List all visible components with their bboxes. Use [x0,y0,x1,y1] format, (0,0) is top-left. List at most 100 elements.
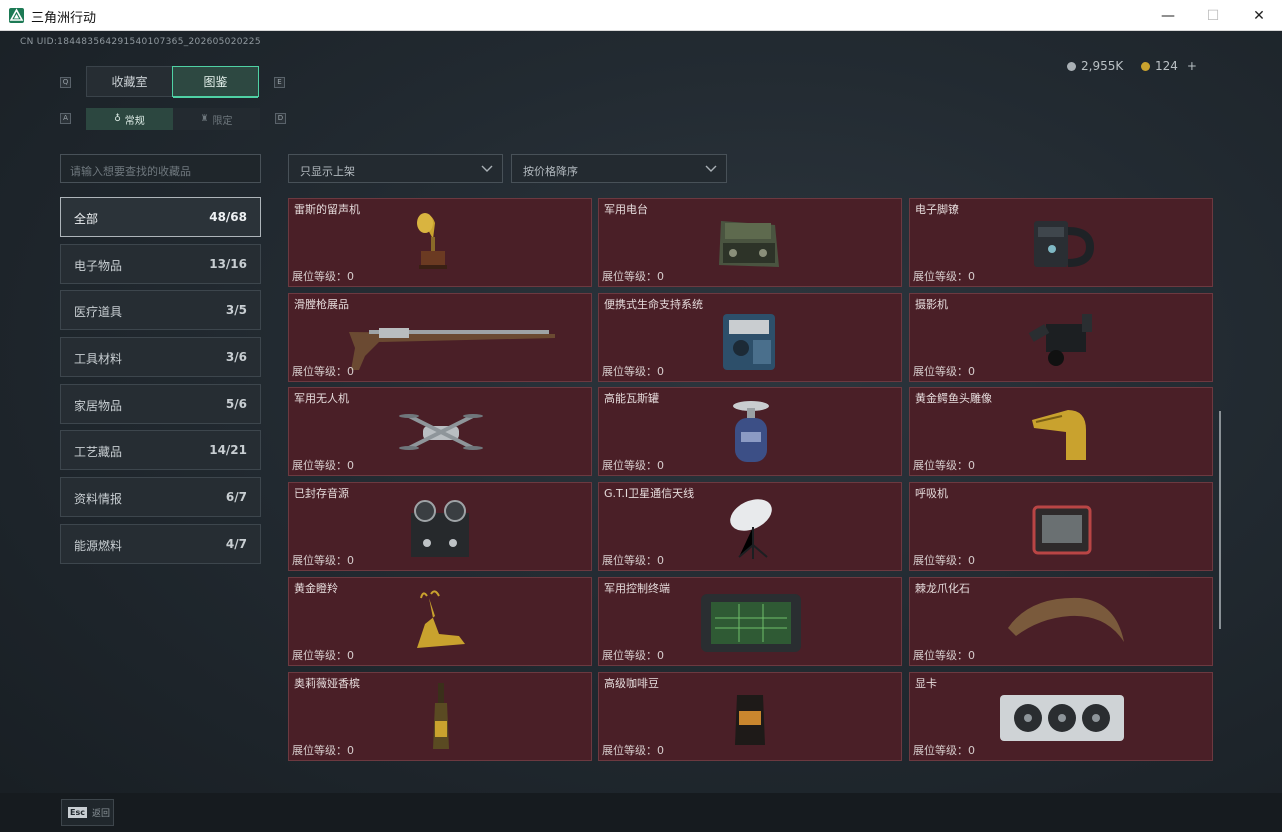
close-button[interactable]: ✕ [1236,0,1282,31]
gold-crocodile-icon [990,398,1134,466]
item-name: 黄金鳄鱼头雕像 [915,392,992,405]
item-card-tape-recorder[interactable]: 已封存音源 展位等级：0 [288,482,592,571]
game-viewport: CN UID:184483564291540107365_20260502022… [0,31,1282,832]
champagne-icon [369,683,513,751]
item-level: 展位等级：0 [602,744,664,757]
category-medical[interactable]: 医疗道具 3/5 [60,290,261,330]
chevron-down-icon [481,165,493,172]
category-count: 6/7 [225,490,247,504]
item-level: 展位等级：0 [602,459,664,472]
item-card-ventilator[interactable]: 呼吸机 展位等级：0 [909,482,1213,571]
item-level: 展位等级：0 [292,270,354,283]
item-name: 奥莉薇娅香槟 [294,677,360,690]
item-card-ankle-monitor[interactable]: 电子脚镣 展位等级：0 [909,198,1213,287]
item-card-graphics-card[interactable]: 显卡 展位等级：0 [909,672,1213,761]
item-name: 摄影机 [915,298,948,311]
key-hint-q: Q [60,77,71,88]
shelf-filter-dropdown[interactable]: 只显示上架 [288,154,503,183]
category-name: 电子物品 [74,259,123,273]
item-level: 展位等级：0 [913,270,975,283]
item-card-claw-fossil[interactable]: 棘龙爪化石 展位等级：0 [909,577,1213,666]
life-support-icon [679,304,823,372]
drone-icon [369,398,513,466]
claw-fossil-icon [990,588,1134,656]
minimize-button[interactable]: — [1145,0,1191,31]
category-intel[interactable]: 资料情报 6/7 [60,477,261,517]
item-name: 呼吸机 [915,487,948,500]
category-electronics[interactable]: 电子物品 13/16 [60,244,261,284]
category-name: 医疗道具 [74,305,123,319]
category-count: 48/68 [209,210,247,224]
item-name: 已封存音源 [294,487,349,500]
item-name: 雷斯的留声机 [294,203,360,216]
coffee-bag-icon [679,683,823,751]
subtab-regular[interactable]: ♁ 常规 [86,108,173,130]
category-name: 家居物品 [74,399,123,413]
back-button[interactable]: Esc 返回 [61,799,114,826]
search-input[interactable]: 请输入想要查找的收藏品 [60,154,261,183]
item-level: 展位等级：0 [602,270,664,283]
category-count: 13/16 [209,257,247,271]
maximize-button[interactable]: ☐ [1190,0,1236,31]
musket-icon [319,304,563,372]
control-terminal-icon [679,588,823,656]
silver-amount: 2,955K [1081,59,1124,73]
item-card-control-terminal[interactable]: 军用控制终端 展位等级：0 [598,577,902,666]
category-name: 能源燃料 [74,539,123,553]
item-card-military-radio[interactable]: 军用电台 展位等级：0 [598,198,902,287]
add-currency-button[interactable]: + [1187,59,1197,73]
item-level: 展位等级：0 [913,554,975,567]
regular-icon: ♁ [114,114,121,124]
back-label: 返回 [91,809,110,819]
ventilator-icon [990,493,1134,561]
key-hint-d: D [275,113,286,124]
item-name: 黄金瞪羚 [294,582,338,595]
item-card-camera[interactable]: 摄影机 展位等级：0 [909,293,1213,382]
item-name: 军用无人机 [294,392,349,405]
item-level: 展位等级：0 [602,554,664,567]
subtab-limited[interactable]: ♜ 限定 [173,108,260,130]
tape-recorder-icon [369,493,513,561]
category-tools[interactable]: 工具材料 3/6 [60,337,261,377]
gas-tank-icon [679,398,823,466]
subtab-regular-label: 常规 [124,115,145,127]
category-name: 工具材料 [74,352,123,366]
item-name: 棘龙爪化石 [915,582,970,595]
silver-currency: 2,955K [1067,59,1123,73]
item-card-gas-tank[interactable]: 高能瓦斯罐 展位等级：0 [598,387,902,476]
item-card-satellite-dish[interactable]: G.T.I卫星通信天线 展位等级：0 [598,482,902,571]
item-name: 军用控制终端 [604,582,670,595]
category-name: 资料情报 [74,492,123,506]
item-card-gramophone[interactable]: 雷斯的留声机 展位等级：0 [288,198,592,287]
item-level: 展位等级：0 [913,459,975,472]
tab-collection-room[interactable]: 收藏室 [86,66,173,97]
item-card-drone[interactable]: 军用无人机 展位等级：0 [288,387,592,476]
item-card-life-support[interactable]: 便携式生命支持系统 展位等级：0 [598,293,902,382]
tab-codex[interactable]: 图鉴 [172,66,259,98]
limited-icon: ♜ [200,114,209,124]
item-card-musket[interactable]: 滑膛枪展品 展位等级：0 [288,293,592,382]
item-level: 展位等级：0 [292,649,354,662]
item-grid-scrollbar[interactable] [1219,411,1221,629]
subtab-limited-label: 限定 [212,115,233,127]
item-name: 显卡 [915,677,937,690]
category-all[interactable]: 全部 48/68 [60,197,261,237]
satellite-dish-icon [679,493,823,561]
sort-dropdown[interactable]: 按价格降序 [511,154,727,183]
chevron-down-icon [705,165,717,172]
item-level: 展位等级：0 [602,649,664,662]
item-card-champagne[interactable]: 奥莉薇娅香槟 展位等级：0 [288,672,592,761]
gold-amount: 124 [1155,59,1178,73]
category-crafts[interactable]: 工艺藏品 14/21 [60,430,261,470]
item-card-coffee-bag[interactable]: 高级咖啡豆 展位等级：0 [598,672,902,761]
bottom-bar [0,793,1282,832]
category-household[interactable]: 家居物品 5/6 [60,384,261,424]
category-fuel[interactable]: 能源燃料 4/7 [60,524,261,564]
item-card-gold-crocodile[interactable]: 黄金鳄鱼头雕像 展位等级：0 [909,387,1213,476]
item-level: 展位等级：0 [913,365,975,378]
app-logo-icon [9,8,24,23]
item-card-gold-gazelle[interactable]: 黄金瞪羚 展位等级：0 [288,577,592,666]
item-level: 展位等级：0 [913,744,975,757]
category-count: 3/5 [225,303,247,317]
category-count: 5/6 [225,397,247,411]
